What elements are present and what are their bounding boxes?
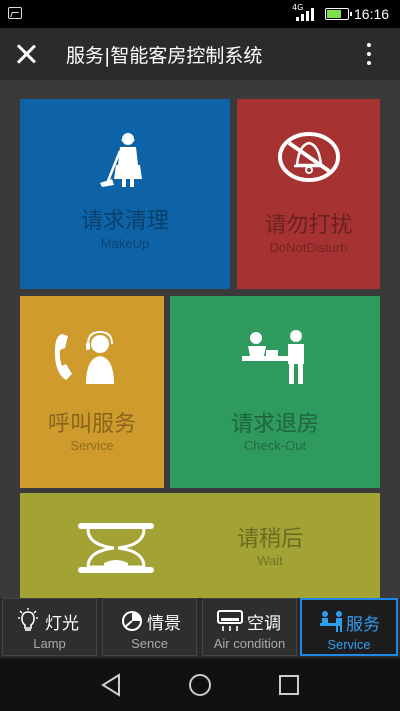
no-bell-icon (278, 132, 340, 182)
nav-lamp-label: 灯光 (45, 614, 79, 634)
nav-air-condition[interactable]: 空调 Air condition (202, 598, 297, 656)
page-title: 服务|智能客房控制系统 (66, 45, 263, 67)
battery-icon (325, 8, 352, 20)
tile-call-service[interactable]: 呼叫服务 Service (20, 296, 164, 488)
nav-lamp[interactable]: 灯光 Lamp (2, 598, 97, 656)
tile-wait-sublabel: Wait (257, 553, 283, 568)
tile-makeup-label: 请求清理 (80, 209, 169, 234)
close-icon[interactable] (14, 42, 38, 66)
air-conditioner-icon (217, 610, 243, 631)
lightbulb-icon (18, 608, 38, 631)
nav-air-sublabel: Air condition (213, 636, 286, 651)
tile-makeup[interactable]: 请求清理 MakeUp (20, 99, 230, 289)
tile-checkout-sublabel: Check-Out (243, 438, 307, 453)
nav-scene-sublabel: Sence (131, 636, 168, 651)
tile-service-label: 呼叫服务 (47, 412, 136, 437)
nav-service[interactable]: 服务 Service (300, 598, 398, 656)
status-time: 16:16 (354, 6, 390, 22)
service-panel: 请求清理 MakeUp 请勿打扰 DoNotDisturb 呼叫服务 Servi… (0, 81, 400, 598)
pie-chart-icon (122, 611, 142, 631)
service-people-icon (320, 611, 342, 632)
signal-icon (296, 8, 316, 21)
recents-icon[interactable] (278, 673, 300, 697)
status-bar: 4G 16:16 (0, 0, 400, 28)
tile-dnd-label: 请勿打扰 (264, 213, 353, 238)
tile-service-sublabel: Service (70, 438, 114, 453)
bottom-nav: 灯光 Lamp 情景 Sence 空调 Air condition 服务 Ser… (0, 598, 400, 658)
tile-checkout-label: 请求退房 (230, 412, 319, 437)
reception-desk-icon (242, 330, 304, 384)
system-navigation-bar (0, 659, 400, 711)
tile-check-out[interactable]: 请求退房 Check-Out (170, 296, 380, 488)
nav-scene-label: 情景 (147, 614, 181, 634)
back-icon[interactable] (100, 673, 122, 697)
nav-lamp-sublabel: Lamp (33, 636, 66, 651)
app-bar: 服务|智能客房控制系统 (0, 28, 400, 81)
cleaning-person-icon (100, 133, 142, 187)
nav-air-label: 空调 (247, 614, 281, 634)
image-notification-icon (8, 7, 22, 19)
nav-service-label: 服务 (346, 615, 380, 635)
phone-attendant-icon (54, 330, 114, 384)
tile-dnd-sublabel: DoNotDisturb (269, 240, 348, 255)
tile-makeup-sublabel: MakeUp (100, 236, 150, 251)
nav-scene[interactable]: 情景 Sence (102, 598, 197, 656)
tile-wait[interactable]: 请稍后 Wait (20, 493, 380, 598)
tile-wait-label: 请稍后 (236, 527, 303, 552)
home-icon[interactable] (188, 673, 212, 697)
tile-do-not-disturb[interactable]: 请勿打扰 DoNotDisturb (237, 99, 380, 289)
more-options-icon[interactable] (364, 42, 374, 66)
nav-service-sublabel: Service (327, 637, 371, 652)
